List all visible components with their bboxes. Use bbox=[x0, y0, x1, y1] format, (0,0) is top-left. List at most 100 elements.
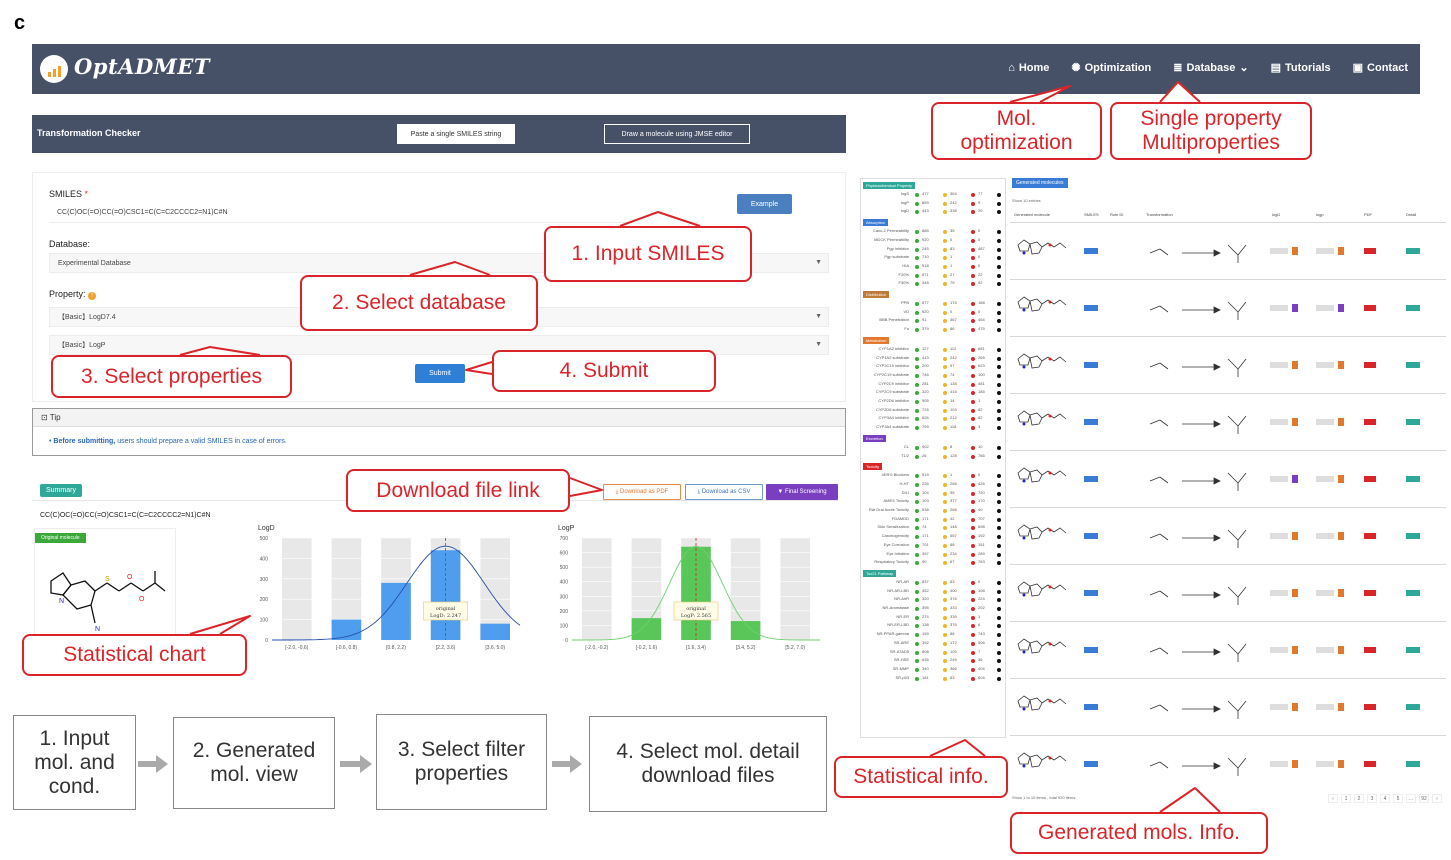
info-dot-icon[interactable] bbox=[997, 561, 1001, 566]
info-dot-icon[interactable] bbox=[997, 517, 1001, 522]
status-dot-icon bbox=[971, 607, 975, 611]
info-dot-icon[interactable] bbox=[997, 641, 1001, 646]
page-button[interactable]: 4 bbox=[1380, 794, 1390, 803]
stat-row: Pgp substrate 710 1 0 bbox=[867, 254, 1003, 262]
info-dot-icon[interactable] bbox=[997, 319, 1001, 324]
table-row[interactable] bbox=[1010, 222, 1446, 278]
info-dot-icon[interactable] bbox=[997, 552, 1001, 557]
table-row[interactable] bbox=[1010, 450, 1446, 506]
info-dot-icon[interactable] bbox=[997, 282, 1001, 287]
column-header[interactable]: Transformation bbox=[1146, 212, 1173, 217]
table-row[interactable] bbox=[1010, 678, 1446, 734]
info-dot-icon[interactable] bbox=[997, 474, 1001, 479]
nav-item-optimization[interactable]: ✺ Optimization bbox=[1071, 61, 1151, 75]
info-dot-icon[interactable] bbox=[997, 598, 1001, 603]
info-dot-icon[interactable] bbox=[997, 500, 1001, 505]
stat-row: NR-AR-LBD 452 400 108 bbox=[867, 588, 1003, 596]
info-dot-icon[interactable] bbox=[997, 408, 1001, 413]
entries-selector[interactable]: Show 10 entries bbox=[1012, 198, 1041, 203]
info-dot-icon[interactable] bbox=[997, 201, 1001, 206]
paste-smiles-button[interactable]: Paste a single SMILES string bbox=[397, 124, 515, 144]
info-dot-icon[interactable] bbox=[997, 650, 1001, 655]
info-dot-icon[interactable] bbox=[997, 535, 1001, 540]
page-button[interactable]: 92 bbox=[1419, 794, 1429, 803]
column-header[interactable]: SMILES bbox=[1084, 212, 1099, 217]
column-header[interactable]: logp bbox=[1316, 212, 1324, 217]
info-dot-icon[interactable] bbox=[997, 615, 1001, 620]
info-dot-icon[interactable] bbox=[997, 607, 1001, 611]
info-dot-icon[interactable] bbox=[997, 273, 1001, 278]
column-header[interactable]: PDF bbox=[1364, 212, 1372, 217]
count-value: 9 bbox=[978, 199, 981, 205]
table-row[interactable] bbox=[1010, 336, 1446, 392]
table-row[interactable] bbox=[1010, 507, 1446, 563]
final-screening-button[interactable]: ▼ Final Screening bbox=[766, 484, 838, 500]
count-value: 42 bbox=[950, 515, 955, 521]
nav-item-database[interactable]: ≣ Database ⌄ bbox=[1173, 61, 1248, 75]
info-dot-icon[interactable] bbox=[997, 526, 1001, 531]
info-dot-icon[interactable] bbox=[997, 659, 1001, 664]
info-dot-icon[interactable] bbox=[997, 230, 1001, 235]
column-header[interactable]: Rule ID bbox=[1110, 212, 1123, 217]
info-dot-icon[interactable] bbox=[997, 676, 1001, 681]
info-dot-icon[interactable] bbox=[997, 491, 1001, 496]
info-dot-icon[interactable] bbox=[997, 624, 1001, 629]
info-dot-icon[interactable] bbox=[997, 482, 1001, 487]
info-dot-icon[interactable] bbox=[997, 328, 1001, 333]
example-button[interactable]: Example bbox=[737, 194, 792, 214]
info-dot-icon[interactable] bbox=[997, 373, 1001, 378]
info-dot-icon[interactable] bbox=[997, 391, 1001, 396]
table-row[interactable] bbox=[1010, 279, 1446, 335]
info-dot-icon[interactable] bbox=[997, 445, 1001, 450]
status-dot-icon bbox=[943, 426, 947, 431]
info-dot-icon[interactable] bbox=[997, 264, 1001, 269]
info-dot-icon[interactable] bbox=[997, 589, 1001, 594]
info-dot-icon[interactable] bbox=[997, 400, 1001, 404]
nav-item-home[interactable]: ⌂ Home bbox=[1008, 61, 1049, 74]
page-button[interactable]: … bbox=[1406, 794, 1416, 803]
info-dot-icon[interactable] bbox=[997, 426, 1001, 431]
info-dot-icon[interactable] bbox=[997, 382, 1001, 387]
download-csv-button[interactable]: ⤓ Download as CSV bbox=[685, 484, 763, 500]
page-button[interactable]: 5 bbox=[1393, 794, 1403, 803]
info-dot-icon[interactable] bbox=[997, 238, 1001, 243]
page-button[interactable]: 3 bbox=[1367, 794, 1377, 803]
column-header[interactable]: logD bbox=[1272, 212, 1280, 217]
info-dot-icon[interactable] bbox=[997, 543, 1001, 548]
table-row[interactable] bbox=[1010, 564, 1446, 620]
page-button[interactable]: ‹ bbox=[1328, 794, 1338, 803]
download-pdf-button[interactable]: ⤓ Download as PDF bbox=[603, 484, 681, 500]
info-dot-icon[interactable] bbox=[997, 347, 1001, 352]
logo-icon[interactable] bbox=[40, 55, 68, 83]
table-row[interactable] bbox=[1010, 393, 1446, 449]
info-dot-icon[interactable] bbox=[997, 454, 1001, 459]
submit-button[interactable]: Submit bbox=[415, 364, 465, 383]
draw-molecule-button[interactable]: Draw a molecule using JMSE editor bbox=[604, 124, 750, 144]
smiles-input[interactable]: CC(C)OC(=O)CC(=O)CSC1=C(C=C2CCCC2=N1)C#N bbox=[49, 203, 699, 223]
info-dot-icon[interactable] bbox=[997, 256, 1001, 261]
nav-item-contact[interactable]: ▣ Contact bbox=[1353, 61, 1408, 75]
table-row[interactable] bbox=[1010, 735, 1446, 791]
table-row[interactable] bbox=[1010, 621, 1446, 677]
info-dot-icon[interactable] bbox=[997, 633, 1001, 638]
count-value: 6 bbox=[978, 622, 981, 628]
info-dot-icon[interactable] bbox=[997, 509, 1001, 513]
info-dot-icon[interactable] bbox=[997, 365, 1001, 370]
count-value: 920 bbox=[922, 236, 929, 242]
info-dot-icon[interactable] bbox=[997, 310, 1001, 315]
info-dot-icon[interactable] bbox=[997, 247, 1001, 252]
page-button[interactable]: › bbox=[1432, 794, 1442, 803]
info-dot-icon[interactable] bbox=[997, 356, 1001, 361]
info-dot-icon[interactable] bbox=[997, 580, 1001, 585]
page-button[interactable]: 2 bbox=[1354, 794, 1364, 803]
column-header[interactable]: Generated molecule bbox=[1014, 212, 1050, 217]
info-dot-icon[interactable] bbox=[997, 210, 1001, 215]
logo-text[interactable]: OptADMET bbox=[74, 54, 210, 79]
info-dot-icon[interactable] bbox=[997, 302, 1001, 306]
info-dot-icon[interactable] bbox=[997, 667, 1001, 672]
nav-item-tutorials[interactable]: ▤ Tutorials bbox=[1271, 61, 1331, 75]
info-dot-icon[interactable] bbox=[997, 417, 1001, 422]
page-button[interactable]: 1 bbox=[1341, 794, 1351, 803]
column-header[interactable]: Detail bbox=[1406, 212, 1416, 217]
info-dot-icon[interactable] bbox=[997, 193, 1001, 197]
